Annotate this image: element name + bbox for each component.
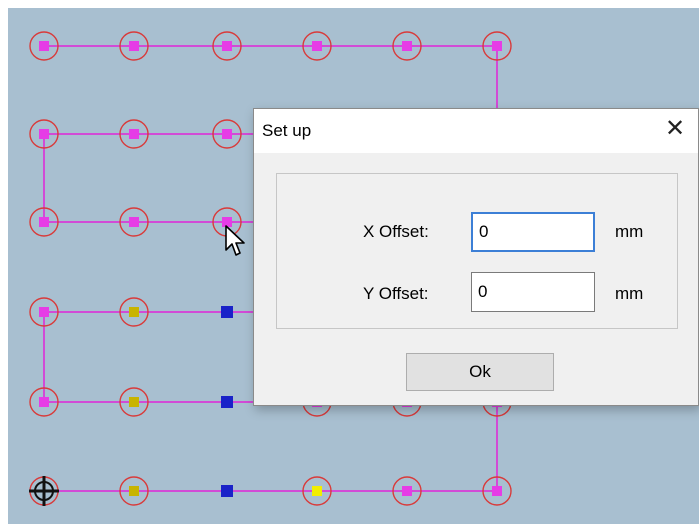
path-point (402, 41, 412, 51)
mouse-pointer-icon (225, 225, 245, 256)
path-point (221, 306, 233, 318)
dialog-titlebar[interactable]: Set up ✕ (254, 109, 698, 153)
path-point (222, 129, 232, 139)
x-offset-label: X Offset: (363, 222, 429, 241)
path-point (221, 396, 233, 408)
path-point (221, 485, 233, 497)
path-point (129, 397, 139, 407)
path-point (129, 307, 139, 317)
setup-dialog: Set up ✕ X Offset: mm Y Offset: mm Ok (253, 108, 699, 406)
y-offset-input[interactable] (471, 272, 595, 312)
path-point (39, 307, 49, 317)
path-point (39, 129, 49, 139)
path-point (129, 486, 139, 496)
path-point (39, 41, 49, 51)
path-point (129, 217, 139, 227)
y-offset-label: Y Offset: (363, 284, 429, 303)
close-icon[interactable]: ✕ (662, 116, 688, 142)
path-point (39, 217, 49, 227)
x-offset-input[interactable] (471, 212, 595, 252)
path-point (312, 486, 322, 496)
dialog-title: Set up (262, 121, 312, 140)
path-point (39, 397, 49, 407)
path-point (129, 129, 139, 139)
path-point (402, 486, 412, 496)
y-offset-unit: mm (615, 284, 644, 303)
path-point (129, 41, 139, 51)
path-point (222, 41, 232, 51)
ok-button[interactable]: Ok (406, 353, 554, 391)
path-point (492, 41, 502, 51)
path-point (492, 486, 502, 496)
x-offset-unit: mm (615, 222, 644, 241)
crosshair-origin-icon (29, 476, 59, 506)
path-point (312, 41, 322, 51)
offset-group: X Offset: mm Y Offset: mm (276, 173, 678, 329)
